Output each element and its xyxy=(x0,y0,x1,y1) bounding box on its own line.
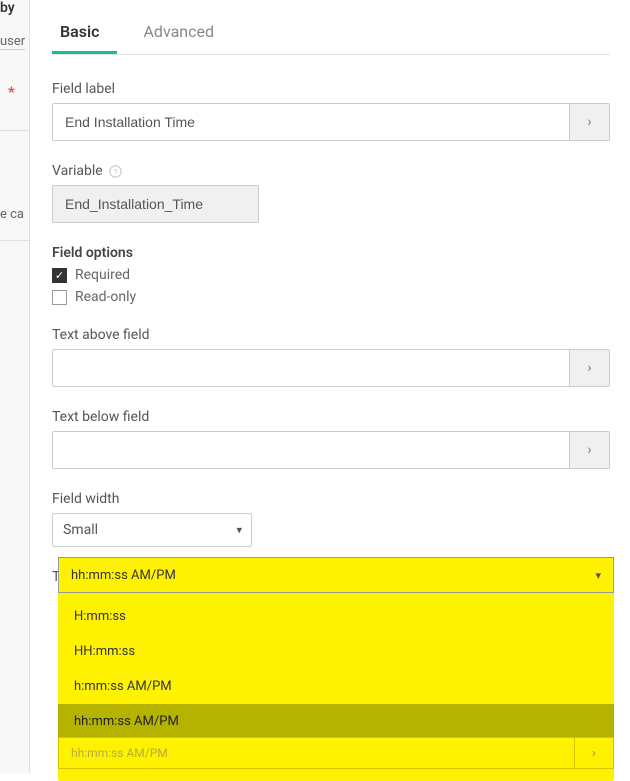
time-format-value: hh:mm:ss AM/PM xyxy=(71,568,176,583)
readonly-label: Read-only xyxy=(75,289,136,305)
label-text-below: Text below field xyxy=(52,409,610,425)
tab-basic[interactable]: Basic xyxy=(52,22,117,54)
field-label-input[interactable] xyxy=(52,103,570,141)
label-text-above: Text above field xyxy=(52,327,610,343)
dropdown-option[interactable]: h:mm:ss AM/PM xyxy=(58,669,614,704)
time-format-highlight: hh:mm:ss AM/PM ▾ H:mm:ss HH:mm:ss h:mm:s… xyxy=(58,557,614,781)
left-user-label: user xyxy=(0,34,25,50)
check-icon: ✓ xyxy=(55,269,64,282)
label-field-options: Field options xyxy=(52,245,610,261)
chevron-right-icon: › xyxy=(587,114,591,130)
time-format-select[interactable]: hh:mm:ss AM/PM ▾ xyxy=(58,557,614,593)
label-field-width: Field width xyxy=(52,491,610,507)
label-variable-text: Variable xyxy=(52,163,103,179)
ghost-expand-button[interactable]: › xyxy=(574,737,614,769)
required-label: Required xyxy=(75,267,130,283)
dropdown-option[interactable]: HH:mm:ss xyxy=(58,634,614,669)
field-width-select[interactable]: Small xyxy=(52,513,252,547)
dropdown-option[interactable]: H:mm:ss xyxy=(58,599,614,634)
readonly-checkbox-row[interactable]: Read-only xyxy=(52,289,610,305)
divider xyxy=(0,240,30,241)
svg-text:?: ? xyxy=(114,166,118,176)
text-below-expand-button[interactable]: › xyxy=(570,431,610,469)
divider xyxy=(0,130,30,131)
left-ca-label: e ca xyxy=(0,207,24,222)
help-icon[interactable]: ? xyxy=(109,164,123,178)
text-above-input[interactable] xyxy=(52,349,570,387)
required-checkbox[interactable]: ✓ xyxy=(52,268,67,283)
chevron-right-icon: › xyxy=(592,746,596,761)
time-format-dropdown: H:mm:ss HH:mm:ss h:mm:ss AM/PM hh:mm:ss … xyxy=(58,599,614,739)
ghost-value: hh:mm:ss AM/PM xyxy=(58,737,574,769)
label-variable: Variable ? xyxy=(52,163,610,179)
chevron-right-icon: › xyxy=(587,442,591,458)
required-asterisk: * xyxy=(8,83,15,101)
text-above-expand-button[interactable]: › xyxy=(570,349,610,387)
tab-advanced[interactable]: Advanced xyxy=(135,22,232,54)
tab-bar: Basic Advanced xyxy=(52,0,610,55)
chevron-right-icon: › xyxy=(587,360,591,376)
variable-input xyxy=(52,185,259,223)
chevron-down-icon: ▾ xyxy=(595,569,601,582)
required-checkbox-row[interactable]: ✓ Required xyxy=(52,267,610,283)
text-below-input[interactable] xyxy=(52,431,570,469)
readonly-checkbox[interactable] xyxy=(52,290,67,305)
field-label-expand-button[interactable]: › xyxy=(570,103,610,141)
dropdown-option[interactable]: hh:mm:ss AM/PM xyxy=(58,704,614,739)
label-field-label: Field label xyxy=(52,81,610,97)
left-by-label: by xyxy=(0,0,15,16)
